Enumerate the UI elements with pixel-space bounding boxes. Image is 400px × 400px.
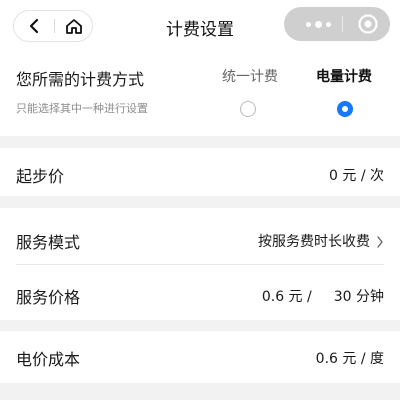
target-circle-icon [358,14,378,34]
starting-price-card[interactable]: 起步价 0 元 / 次 [0,148,400,196]
option-electricity-label[interactable]: 电量计费 [316,66,372,86]
service-price-duration: 30 分钟 [333,289,384,305]
starting-price-label: 起步价 [16,167,65,186]
capsule-separator [342,16,343,32]
more-menu-button[interactable] [296,7,340,41]
service-price-label: 服务价格 [16,288,81,307]
service-mode-selector[interactable]: 按服务费时长收费 [258,231,384,251]
mini-program-capsule [284,7,390,41]
service-mode-value: 按服务费时长收费 [258,234,370,250]
service-mode-label: 服务模式 [16,233,81,252]
service-price-value[interactable]: 0.6 元 / 30 分钟 [262,286,384,306]
option-electricity-radio[interactable] [337,101,353,117]
option-unified-label[interactable]: 统一计费 [222,66,278,86]
electricity-cost-card[interactable]: 电价成本 0.6 元 / 度 [0,331,400,383]
chevron-right-icon [377,236,383,248]
service-card: 服务模式 按服务费时长收费 服务价格 0.6 元 / 30 分钟 [0,208,400,320]
billing-method-hint: 只能选择其中一种进行设置 [16,102,148,115]
billing-method-card: 您所需的计费方式 只能选择其中一种进行设置 统一计费 电量计费 [0,52,400,136]
electricity-cost-label: 电价成本 [16,350,81,369]
option-unified-radio[interactable] [240,101,256,117]
billing-method-title: 您所需的计费方式 [16,70,145,89]
service-divider [16,264,384,265]
starting-price-value: 0 元 / 次 [329,168,384,184]
electricity-cost-value: 0.6 元 / 度 [315,351,384,367]
close-mini-program-button[interactable] [350,7,386,41]
navigation-bar: 计费设置 [0,0,400,52]
service-price-amount: 0.6 元 / [261,289,312,305]
